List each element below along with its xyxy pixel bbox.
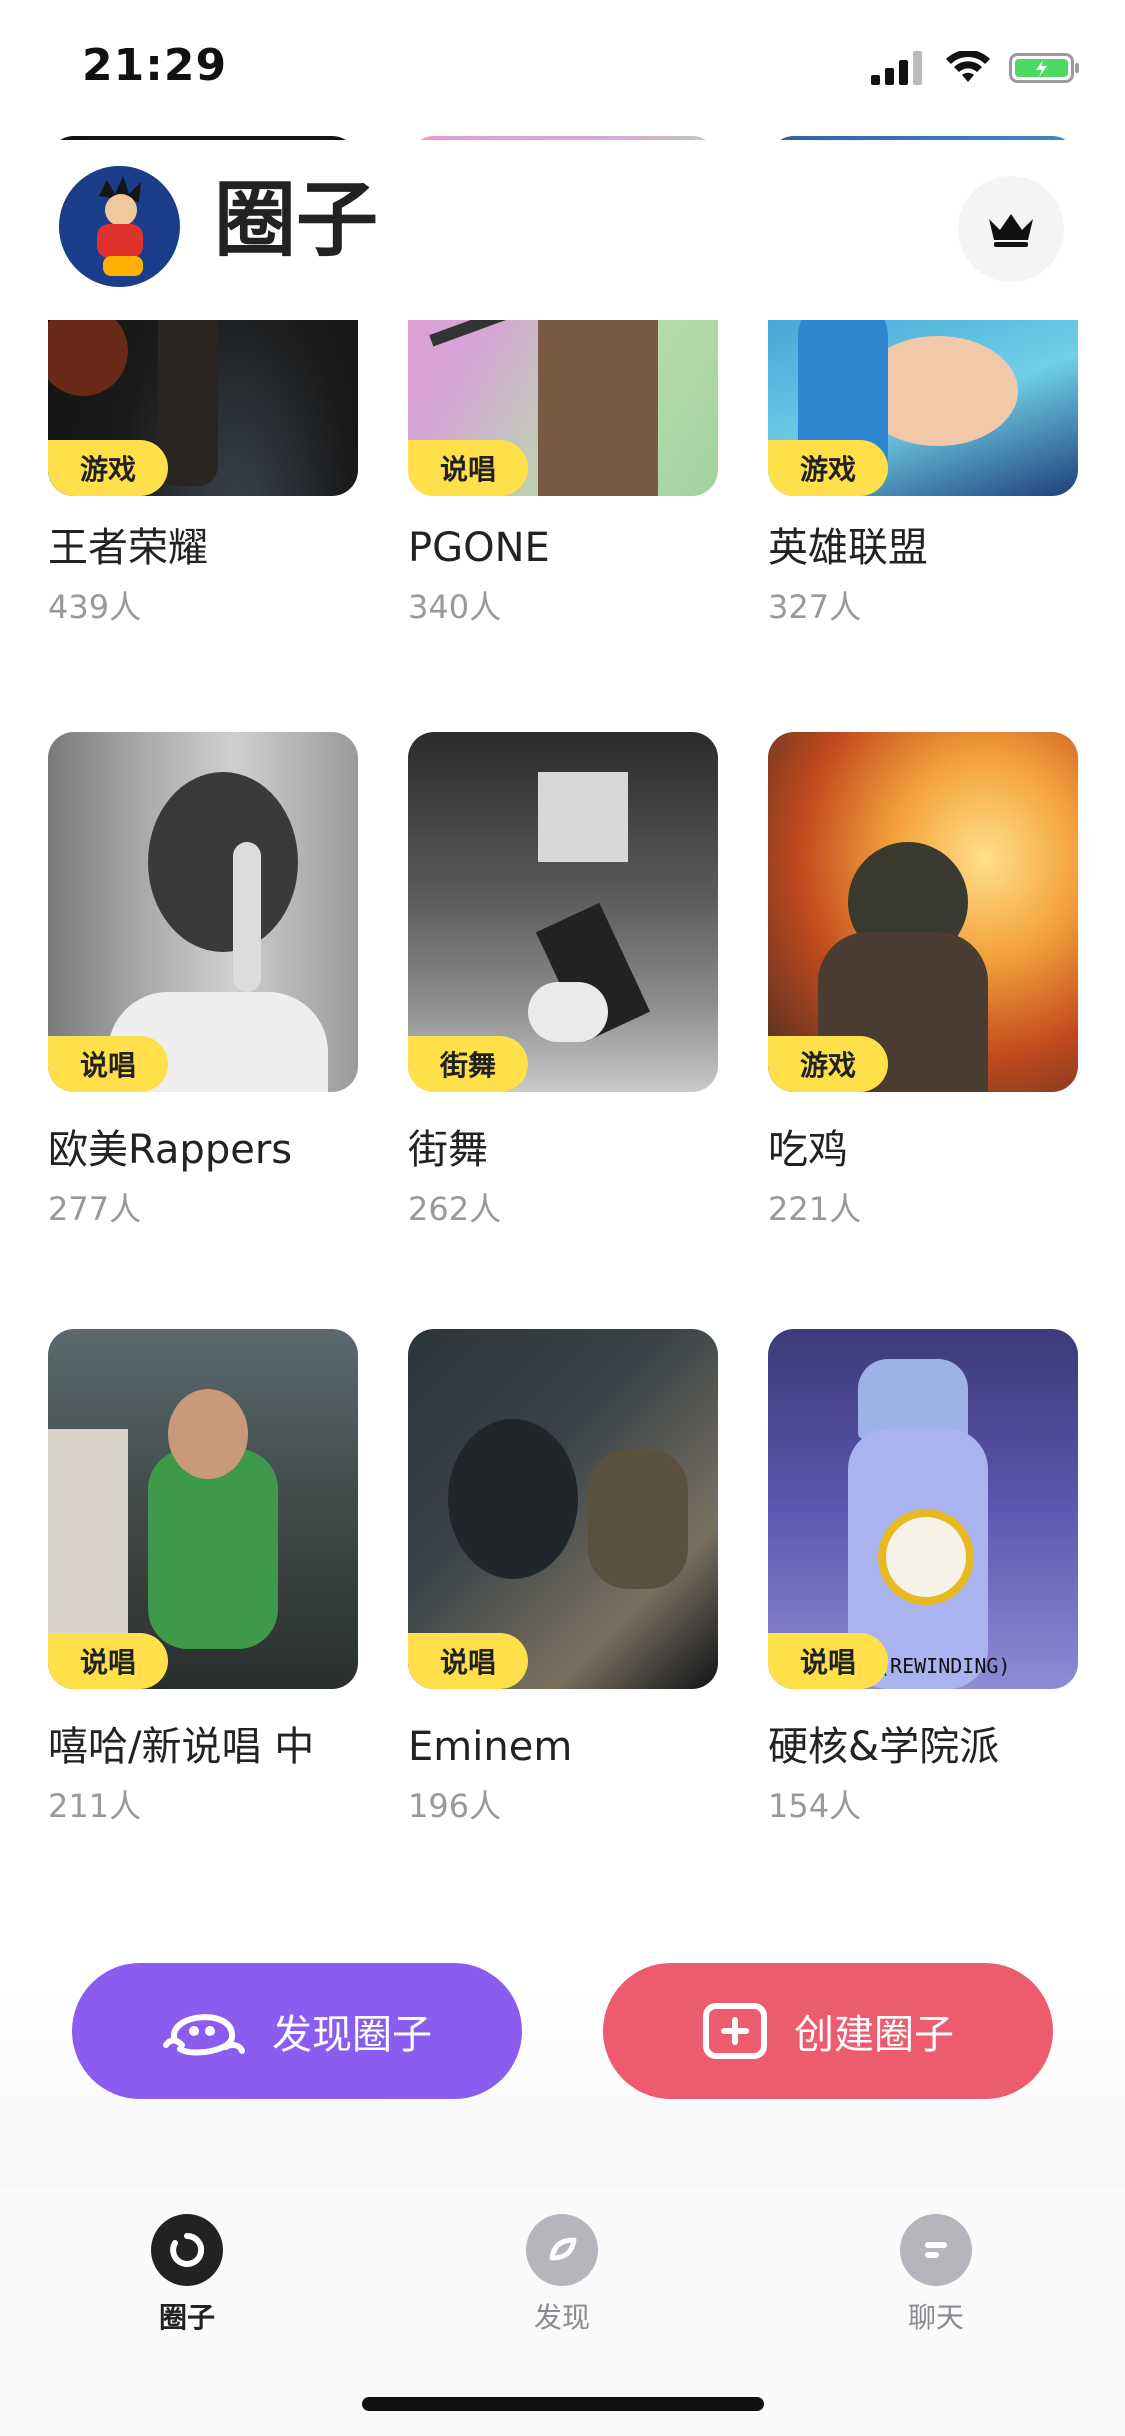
tab-circles[interactable]: 圈子 [107,2214,267,2336]
circle-member-count: 340人 [408,588,502,626]
circle-tag: 说唱 [768,1633,888,1689]
circle-thumbnail: 街舞 [408,732,718,1092]
circle-member-count: 262人 [408,1190,502,1228]
circle-tag: 说唱 [408,440,528,496]
circle-name: 英雄联盟 [768,526,928,570]
circle-member-count: 327人 [768,588,862,626]
header: 圈子 [0,140,1125,320]
circle-name: 街舞 [408,1128,488,1172]
ghost-face-icon [163,2014,245,2056]
circle-name: 欧美Rappers [48,1128,293,1172]
circle-thumbnail: 说唱 [48,1329,358,1689]
circle-member-count: 439人 [48,588,142,626]
discover-circles-button[interactable]: 发现圈子 [72,1963,522,2099]
circle-tag: 说唱 [48,1036,168,1092]
plus-box-icon [703,2003,767,2059]
discover-circles-label: 发现圈子 [272,2012,432,2058]
circle-name: PGONE [408,526,550,570]
circle-name: 王者荣耀 [48,526,208,570]
circle-tag: 街舞 [408,1036,528,1092]
circle-member-count: 277人 [48,1190,142,1228]
circle-tag: 游戏 [48,440,168,496]
circle-thumbnail: (REWINDING) 说唱 [768,1329,1078,1689]
circle-member-count: 211人 [48,1787,142,1825]
avatar-image [59,166,179,286]
home-indicator [362,2397,764,2411]
thumbnail-caption: (REWINDING) [878,1654,1011,1678]
circle-tag: 说唱 [408,1633,528,1689]
circle-name: 硬核&学院派 [768,1725,1000,1769]
circle-tag: 说唱 [48,1633,168,1689]
crown-icon [989,214,1033,247]
circle-thumbnail: 说唱 [48,732,358,1092]
circle-name: 吃鸡 [768,1128,848,1172]
create-circle-label: 创建圈子 [794,2012,954,2058]
tab-label: 发现 [533,2301,590,2334]
circles-tab-icon [151,2214,223,2286]
avatar[interactable] [59,166,180,287]
crown-button[interactable] [958,176,1064,282]
compass-icon [526,2214,598,2286]
circle-thumbnail: 说唱 [408,1329,718,1689]
circle-member-count: 196人 [408,1787,502,1825]
circle-name: 嘻哈/新说唱 中 [48,1725,315,1769]
page-title: 圈子 [214,173,379,268]
tab-label: 聊天 [907,2301,964,2334]
circle-member-count: 154人 [768,1787,862,1825]
circle-thumbnail: 游戏 [768,732,1078,1092]
circle-tag: 游戏 [768,440,888,496]
chat-bubble-icon [900,2214,972,2286]
circle-member-count: 221人 [768,1190,862,1228]
tab-chat[interactable]: 聊天 [856,2214,1016,2336]
tab-discover[interactable]: 发现 [482,2214,642,2336]
circle-name: Eminem [408,1725,573,1769]
create-circle-button[interactable]: 创建圈子 [603,1963,1053,2099]
circle-tag: 游戏 [768,1036,888,1092]
tab-label: 圈子 [158,2301,215,2334]
